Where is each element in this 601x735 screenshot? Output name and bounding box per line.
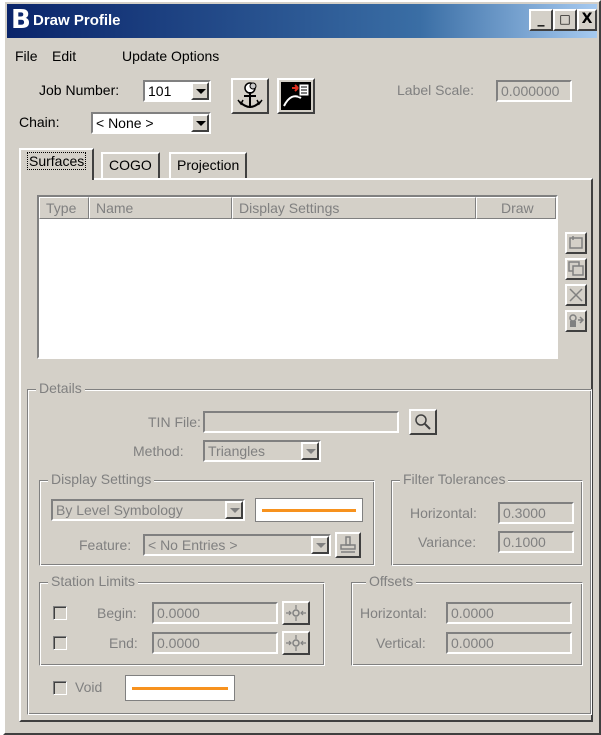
menu-update-options[interactable]: Update Options <box>122 48 219 64</box>
details-title: Details <box>36 380 85 396</box>
display-line-preview <box>262 509 356 512</box>
offsets-title: Offsets <box>366 573 417 589</box>
filter-horizontal-label: Horizontal: <box>410 505 477 521</box>
draw-profile-icon <box>281 82 311 110</box>
chevron-down-icon[interactable] <box>311 536 329 554</box>
label-scale-field[interactable]: 0.000000 <box>496 80 572 102</box>
locate-target-icon <box>286 635 306 651</box>
symbology-value: By Level Symbology <box>56 502 183 518</box>
app-logo-icon: B <box>11 5 31 35</box>
method-label: Method: <box>133 443 184 459</box>
anchor-button[interactable] <box>231 78 269 114</box>
void-checkbox[interactable] <box>53 681 67 695</box>
job-number-value: 101 <box>148 83 172 99</box>
copy-surface-button[interactable] <box>565 258 587 280</box>
surfaces-list[interactable]: Type Name Display Settings Draw <box>37 195 558 359</box>
method-value: Triangles <box>208 443 266 459</box>
end-checkbox[interactable] <box>53 636 67 650</box>
tin-file-label: TIN File: <box>148 414 201 430</box>
title-bar[interactable]: B Draw Profile _ □ X <box>7 4 597 38</box>
display-settings-title: Display Settings <box>48 471 155 487</box>
void-label: Void <box>75 679 103 695</box>
column-name[interactable]: Name <box>89 197 232 219</box>
offset-vertical-label: Vertical: <box>376 635 426 651</box>
job-number-combo[interactable]: 101 <box>143 80 211 102</box>
list-header: Type Name Display Settings Draw <box>39 197 556 219</box>
feature-combo[interactable]: < No Entries > <box>143 534 331 556</box>
chain-combo[interactable]: < None > <box>91 112 211 134</box>
offset-vertical-field[interactable]: 0.0000 <box>446 632 572 654</box>
menu-file[interactable]: File <box>15 48 38 64</box>
chevron-down-icon[interactable] <box>191 82 209 100</box>
chevron-down-icon[interactable] <box>191 114 209 132</box>
close-button[interactable]: X <box>577 9 597 31</box>
begin-locate-button[interactable] <box>282 601 310 625</box>
browse-tin-button[interactable] <box>409 409 437 435</box>
draw-profile-button[interactable] <box>277 78 315 114</box>
begin-label: Begin: <box>97 605 137 621</box>
symbology-combo[interactable]: By Level Symbology <box>51 499 245 521</box>
end-locate-button[interactable] <box>282 631 310 655</box>
maximize-button[interactable]: □ <box>553 9 577 31</box>
offset-horizontal-label: Horizontal: <box>360 605 427 621</box>
filter-variance-field[interactable]: 0.1000 <box>498 531 574 553</box>
tab-surfaces-label: Surfaces <box>27 152 87 170</box>
tin-file-field[interactable] <box>203 411 399 433</box>
delete-surface-button[interactable] <box>565 284 587 306</box>
tab-cogo[interactable]: COGO <box>101 152 160 178</box>
chain-value: < None > <box>96 115 154 131</box>
paint-brush-icon <box>340 536 356 553</box>
add-surface-button[interactable] <box>565 232 587 254</box>
station-limits-title: Station Limits <box>48 573 139 589</box>
column-draw[interactable]: Draw <box>476 197 556 219</box>
anchor-icon <box>237 82 263 108</box>
copy-icon <box>568 261 584 276</box>
feature-value: < No Entries > <box>148 537 238 553</box>
begin-field[interactable]: 0.0000 <box>152 602 278 624</box>
void-line-preview <box>132 687 228 690</box>
void-line-style-swatch[interactable] <box>125 675 235 701</box>
feature-picker-button[interactable] <box>335 532 361 558</box>
filter-horizontal-field[interactable]: 0.3000 <box>498 502 574 524</box>
begin-checkbox[interactable] <box>53 606 67 620</box>
minimize-button[interactable]: _ <box>529 9 553 31</box>
column-type[interactable]: Type <box>39 197 89 219</box>
delete-icon <box>569 288 583 302</box>
end-field[interactable]: 0.0000 <box>152 632 278 654</box>
chain-label: Chain: <box>19 114 60 130</box>
tab-projection[interactable]: Projection <box>169 152 248 178</box>
display-line-style-swatch[interactable] <box>255 498 363 522</box>
chevron-down-icon[interactable] <box>225 501 243 519</box>
locate-target-icon <box>286 605 306 621</box>
edit-icon <box>569 314 585 327</box>
menu-edit[interactable]: Edit <box>52 48 76 64</box>
draw-profile-window: B Draw Profile _ □ X File Edit Update Op… <box>3 0 601 735</box>
offset-horizontal-field[interactable]: 0.0000 <box>446 602 572 624</box>
column-display-settings[interactable]: Display Settings <box>232 197 476 219</box>
end-label: End: <box>109 635 138 651</box>
chevron-down-icon[interactable] <box>301 442 319 460</box>
search-icon <box>415 414 431 430</box>
edit-surface-button[interactable] <box>565 310 587 332</box>
menu-bar: File Edit Update Options <box>7 42 597 68</box>
add-icon <box>569 236 583 249</box>
tab-cogo-label: COGO <box>109 157 152 173</box>
tab-projection-label: Projection <box>177 157 240 173</box>
job-number-label: Job Number: <box>39 82 120 98</box>
method-combo[interactable]: Triangles <box>203 440 321 462</box>
tab-surfaces[interactable]: Surfaces <box>19 148 95 180</box>
filter-tolerances-title: Filter Tolerances <box>400 471 509 487</box>
filter-variance-label: Variance: <box>418 534 477 550</box>
window-title: Draw Profile <box>33 12 121 29</box>
label-scale-label: Label Scale: <box>397 82 475 98</box>
feature-label: Feature: <box>79 537 132 553</box>
